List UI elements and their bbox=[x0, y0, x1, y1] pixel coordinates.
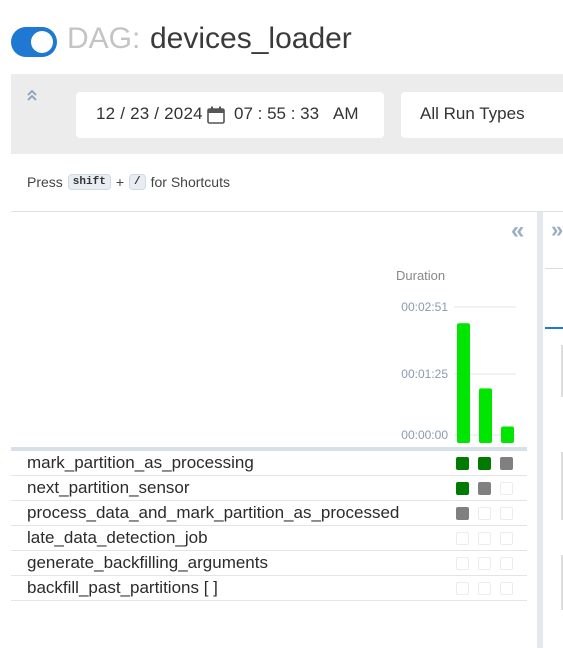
duration-bar[interactable] bbox=[479, 388, 492, 443]
y-tick-label: 00:01:25 bbox=[401, 367, 448, 381]
duration-bar[interactable] bbox=[501, 426, 514, 443]
task-instance-cell[interactable] bbox=[456, 482, 469, 495]
task-name[interactable]: next_partition_sensor bbox=[27, 478, 190, 498]
task-instance-cell[interactable] bbox=[478, 457, 491, 470]
y-tick-label: 00:02:51 bbox=[401, 300, 448, 314]
expand-details-icon[interactable]: » bbox=[551, 217, 563, 243]
collapse-up-icon[interactable] bbox=[25, 88, 39, 102]
task-row[interactable]: process_data_and_mark_partition_as_proce… bbox=[11, 501, 527, 526]
task-name[interactable]: process_data_and_mark_partition_as_proce… bbox=[27, 503, 399, 523]
shortcuts-suffix: for Shortcuts bbox=[150, 174, 230, 190]
task-instance-cell[interactable] bbox=[478, 507, 491, 520]
duration-chart: 00:02:51 00:01:25 00:00:00 bbox=[401, 300, 516, 443]
task-instance-cell[interactable] bbox=[456, 532, 469, 545]
filter-bar: 12 / 23 / 2024 07 : 55 : 33 AM All Run T… bbox=[11, 74, 563, 154]
details-active-tab[interactable] bbox=[545, 327, 563, 329]
shortcuts-hint: Press shift + / for Shortcuts bbox=[27, 174, 230, 190]
duration-chart-title: Duration bbox=[396, 268, 446, 283]
dag-header: DAG: devices_loader bbox=[0, 0, 563, 74]
task-row[interactable]: next_partition_sensor bbox=[11, 476, 527, 501]
date-value: 12 / 23 / 2024 bbox=[96, 104, 203, 123]
task-row[interactable]: late_data_detection_job bbox=[11, 526, 527, 551]
task-name[interactable]: generate_backfilling_arguments bbox=[27, 553, 268, 573]
section-divider bbox=[11, 211, 563, 212]
task-instance-cell[interactable] bbox=[500, 532, 513, 545]
calendar-icon[interactable] bbox=[206, 105, 226, 125]
task-row[interactable]: mark_partition_as_processing bbox=[11, 451, 527, 476]
task-name[interactable]: backfill_past_partitions [ ] bbox=[27, 578, 218, 598]
task-instance-cell[interactable] bbox=[478, 532, 491, 545]
task-instance-cell[interactable] bbox=[456, 457, 469, 470]
task-instance-cell[interactable] bbox=[478, 557, 491, 570]
dag-prefix-label: DAG: bbox=[67, 22, 141, 55]
base-date-input[interactable]: 12 / 23 / 2024 07 : 55 : 33 AM bbox=[76, 92, 384, 138]
duration-bar[interactable] bbox=[457, 323, 470, 443]
dag-title: devices_loader bbox=[150, 22, 352, 55]
task-instance-cell[interactable] bbox=[478, 582, 491, 595]
task-instance-cell[interactable] bbox=[478, 482, 491, 495]
task-instance-cell[interactable] bbox=[500, 457, 513, 470]
ampm-value: AM bbox=[333, 104, 359, 123]
details-panel-border bbox=[545, 268, 563, 269]
task-instance-cell[interactable] bbox=[500, 482, 513, 495]
shortcuts-press: Press bbox=[27, 174, 63, 190]
task-grid: mark_partition_as_processing next_partiti… bbox=[11, 451, 527, 601]
collapse-grid-icon[interactable]: « bbox=[511, 217, 524, 245]
run-type-value: All Run Types bbox=[420, 104, 525, 123]
task-instance-cell[interactable] bbox=[500, 557, 513, 570]
slash-key: / bbox=[129, 174, 146, 190]
dag-pause-toggle[interactable] bbox=[11, 27, 57, 57]
task-instance-cell[interactable] bbox=[456, 557, 469, 570]
shortcuts-plus: + bbox=[115, 174, 124, 190]
task-instance-cell[interactable] bbox=[500, 507, 513, 520]
task-name[interactable]: mark_partition_as_processing bbox=[27, 453, 254, 473]
panel-resize-handle[interactable] bbox=[537, 212, 543, 648]
y-tick-label: 00:00:00 bbox=[401, 428, 448, 442]
task-instance-cell[interactable] bbox=[456, 507, 469, 520]
run-type-select[interactable]: All Run Types bbox=[401, 92, 563, 138]
time-value: 07 : 55 : 33 bbox=[234, 104, 320, 123]
task-row[interactable]: generate_backfilling_arguments bbox=[11, 551, 527, 576]
toggle-knob bbox=[31, 31, 53, 53]
task-row[interactable]: backfill_past_partitions [ ] bbox=[11, 576, 527, 601]
shift-key: shift bbox=[67, 174, 111, 190]
task-instance-cell[interactable] bbox=[500, 582, 513, 595]
task-name[interactable]: late_data_detection_job bbox=[27, 528, 208, 548]
task-instance-cell[interactable] bbox=[456, 582, 469, 595]
